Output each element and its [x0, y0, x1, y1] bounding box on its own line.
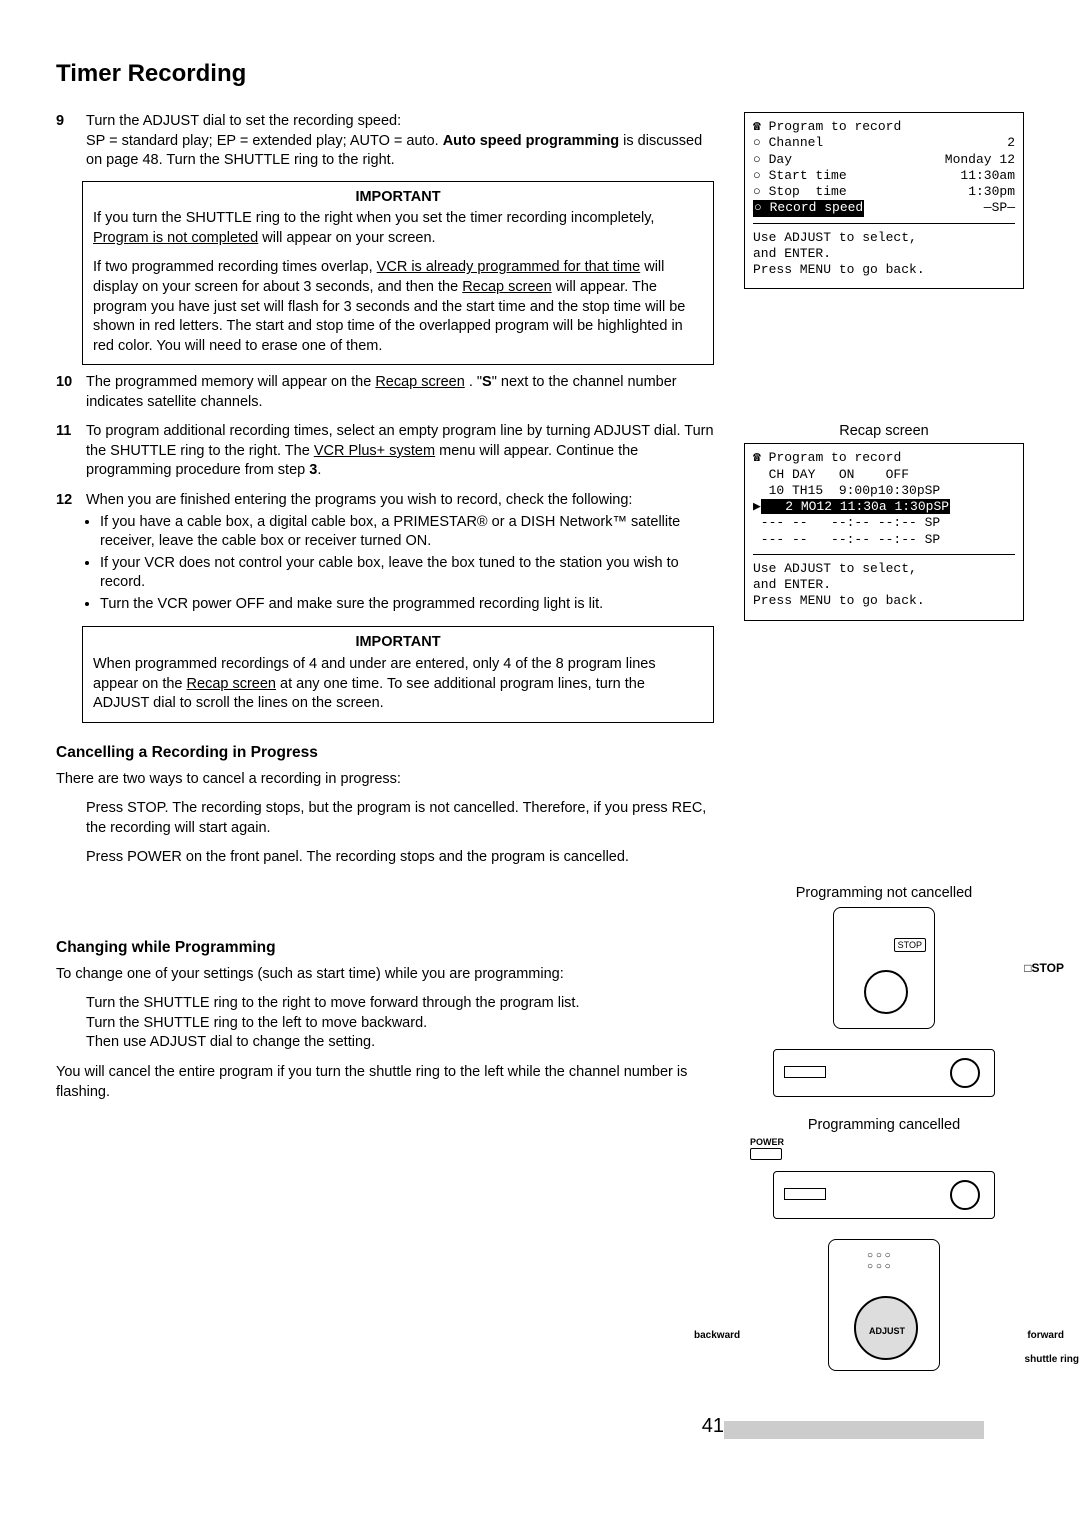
underline: VCR is already programmed for that time [377, 259, 641, 275]
osd-recap-screen: Program to record CH DAY ON OFF 10 TH15 … [744, 443, 1024, 620]
osd-value: 1:30pm [968, 184, 1015, 200]
osd-help: Press MENU to go back. [753, 262, 1015, 278]
osd-header: CH DAY ON OFF [753, 467, 1015, 483]
figure-vcr-2 [773, 1171, 995, 1219]
list-item: If your VCR does not control your cable … [100, 554, 714, 593]
step-body: When you are finished entering the progr… [86, 491, 714, 616]
two-column-layout: 9 Turn the ADJUST dial to set the record… [56, 112, 1024, 1391]
text: You will cancel the entire program if yo… [56, 1063, 714, 1102]
important-box-1: IMPORTANT If you turn the SHUTTLE ring t… [82, 181, 714, 366]
osd-help: and ENTER. [753, 577, 1015, 593]
osd-row: --- -- --:-- --:-- SP [753, 515, 1015, 531]
text: . " [469, 374, 482, 390]
text: If you turn the SHUTTLE ring to the righ… [93, 209, 703, 248]
shuttle-ring-label: shuttle ring [1025, 1354, 1079, 1365]
important-box-2: IMPORTANT When programmed recordings of … [82, 626, 714, 722]
text: will appear on your screen. [262, 230, 435, 246]
osd-title: Program to record [753, 450, 1015, 466]
backward-label: backward [694, 1330, 740, 1341]
text: When programmed recordings of 4 and unde… [93, 655, 703, 714]
step-11: 11 To program additional recording times… [56, 422, 714, 481]
osd-help: Use ADJUST to select, [753, 230, 1015, 246]
important-label: IMPORTANT [93, 633, 703, 653]
osd-label: Start time [753, 168, 847, 184]
osd-row-selected: ▶ 2 MO12 11:30a 1:30pSP [753, 499, 1015, 515]
step-10: 10 The programmed memory will appear on … [56, 373, 714, 412]
text: If two programmed recording times overla… [93, 258, 703, 356]
caption-cancelled: Programming cancelled [744, 1117, 1024, 1133]
step-body: Turn the ADJUST dial to set the recordin… [86, 112, 714, 171]
underline: Program is not completed [93, 230, 258, 246]
caption-recap: Recap screen [744, 423, 1024, 439]
underline: Recap screen [375, 374, 464, 390]
auto-speed-term: Auto speed programming [443, 133, 619, 149]
text: If two programmed recording times overla… [93, 259, 377, 275]
step-number: 9 [56, 112, 86, 171]
list-item: Turn the VCR power OFF and make sure the… [100, 595, 714, 615]
text: Press STOP. The recording stops, but the… [86, 799, 714, 838]
osd-row: --- -- --:-- --:-- SP [753, 532, 1015, 548]
subheading-cancelling: Cancelling a Recording in Progress [56, 743, 714, 764]
osd-help: and ENTER. [753, 246, 1015, 262]
osd-label: Day [753, 152, 792, 168]
underline: VCR Plus+ system [314, 443, 435, 459]
osd-program-to-record: Program to record Channel2 DayMonday 12 … [744, 112, 1024, 289]
underline: Recap screen [187, 676, 276, 692]
text: SP = standard play; EP = extended play; … [86, 133, 443, 149]
figure-adjust-dial: ADJUST ○ ○ ○○ ○ ○ backward forward shutt… [744, 1239, 1024, 1371]
subheading-changing: Changing while Programming [56, 938, 714, 959]
osd-help: Press MENU to go back. [753, 593, 1015, 609]
text-block: Turn the SHUTTLE ring to the right to mo… [86, 994, 714, 1053]
osd-value: —SP— [984, 200, 1015, 216]
osd-row: 10 TH15 9:00p10:30pSP [753, 483, 1015, 499]
osd-label: Channel [753, 135, 823, 151]
osd-value: Monday 12 [945, 152, 1015, 168]
osd-value: 2 [1007, 135, 1015, 151]
step-number: 12 [56, 491, 86, 616]
text: The programmed memory will appear on the [86, 374, 375, 390]
figure-power: POWER [750, 1137, 1024, 1165]
step-9: 9 Turn the ADJUST dial to set the record… [56, 112, 714, 171]
text: There are two ways to cancel a recording… [56, 770, 714, 790]
page-title: Timer Recording [56, 60, 1024, 88]
step-body: The programmed memory will appear on the… [86, 373, 714, 412]
text: Turn the ADJUST dial to set the recordin… [86, 113, 401, 129]
forward-label: forward [1027, 1330, 1064, 1341]
bold: S [482, 374, 492, 390]
text: Turn the SHUTTLE ring to the left to mov… [86, 1014, 714, 1034]
text: Turn the SHUTTLE ring to the right to mo… [86, 994, 714, 1014]
step-body: To program additional recording times, s… [86, 422, 714, 481]
text: If you turn the SHUTTLE ring to the righ… [93, 210, 654, 226]
stop-label: □STOP [1024, 961, 1064, 975]
power-label: POWER [750, 1137, 1024, 1147]
sidebar-column: Program to record Channel2 DayMonday 12 … [744, 112, 1024, 1391]
list-item: If you have a cable box, a digital cable… [100, 513, 714, 552]
text: To change one of your settings (such as … [56, 965, 714, 985]
figure-remote-stop: STOP □STOP [744, 907, 1024, 1029]
step-number: 10 [56, 373, 86, 412]
body-column: 9 Turn the ADJUST dial to set the record… [56, 112, 714, 1391]
osd-title: Program to record [753, 119, 1015, 135]
stop-button: STOP [894, 938, 926, 952]
osd-help: Use ADJUST to select, [753, 561, 1015, 577]
osd-label: Stop time [753, 184, 847, 200]
osd-label-selected: Record speed [753, 200, 864, 216]
text: Press POWER on the front panel. The reco… [86, 848, 714, 868]
figure-vcr [773, 1049, 995, 1097]
important-label: IMPORTANT [93, 188, 703, 208]
text: Then use ADJUST dial to change the setti… [86, 1033, 714, 1053]
text: When you are finished entering the progr… [86, 492, 632, 508]
step-12: 12 When you are finished entering the pr… [56, 491, 714, 616]
underline: Recap screen [462, 279, 551, 295]
step-number: 11 [56, 422, 86, 481]
text: . [317, 462, 321, 478]
adjust-label: ADJUST [869, 1326, 905, 1336]
osd-value: 11:30am [960, 168, 1015, 184]
footer-bar [724, 1421, 984, 1439]
caption-not-cancelled: Programming not cancelled [744, 885, 1024, 901]
